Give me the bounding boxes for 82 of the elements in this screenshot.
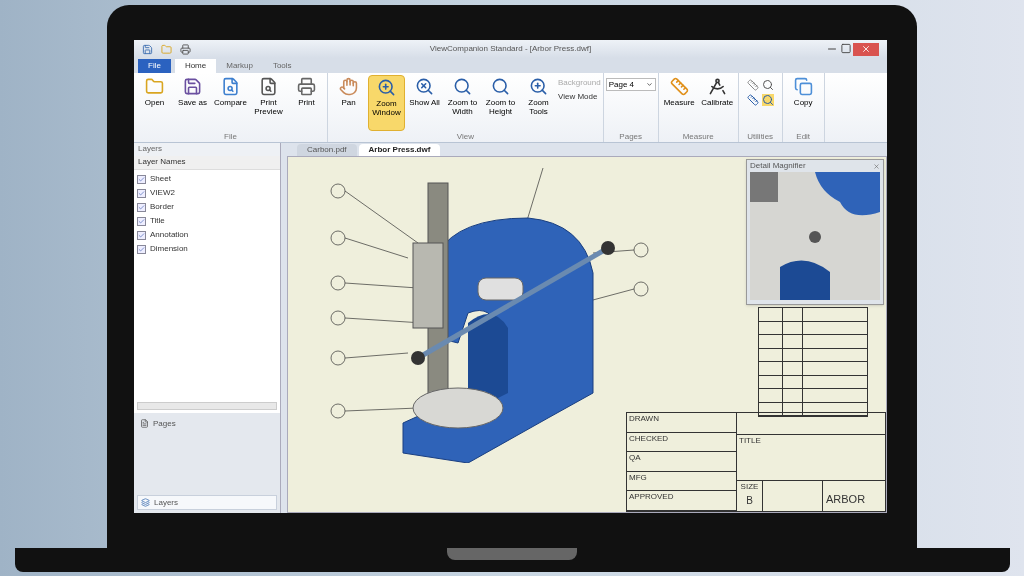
ribbon-button[interactable]: Zoom to Width: [444, 75, 481, 131]
magnifier-icon: [491, 77, 510, 96]
ruler-icon[interactable]: [746, 94, 759, 106]
layers-icon: [141, 498, 150, 507]
ribbon-button[interactable]: Print: [288, 75, 325, 131]
panel-nav-button[interactable]: Pages: [137, 416, 277, 431]
ribbon-button[interactable]: Open: [136, 75, 173, 131]
horizontal-scrollbar[interactable]: [137, 402, 277, 410]
ruler-icon[interactable]: [746, 79, 759, 91]
title-block-label: DRAWN: [629, 414, 659, 423]
magnifier-icon: [529, 77, 548, 96]
save-icon[interactable]: [142, 43, 153, 55]
ribbon-group-label: Pages: [618, 132, 644, 142]
ribbon-button[interactable]: Calibrate: [698, 75, 736, 131]
ruler-icon: [669, 77, 689, 96]
ribbon-button[interactable]: Compare: [212, 75, 249, 131]
close-button[interactable]: [853, 42, 879, 56]
layer-checkbox[interactable]: [137, 216, 146, 226]
hand-icon: [339, 77, 358, 96]
ribbon-small-button[interactable]: View Mode: [558, 91, 601, 102]
magnifier-icon: [377, 78, 396, 97]
layer-name: Annotation: [150, 229, 189, 241]
document-magnifier-icon: [259, 77, 278, 96]
title-block-label: QA: [629, 453, 641, 463]
layer-name: Dimension: [150, 243, 188, 255]
page-dropdown[interactable]: Page 4: [605, 78, 656, 91]
layer-checkbox[interactable]: [137, 230, 146, 240]
title-block-label: TITLE: [739, 436, 761, 445]
window-title: ViewCompanion Standard - [Arbor Press.dwf]: [428, 43, 593, 55]
ribbon-button[interactable]: Print Preview: [250, 75, 287, 131]
close-icon: [861, 44, 871, 54]
title-block-label: SIZE: [740, 481, 759, 493]
layer-name: Sheet: [150, 173, 171, 185]
document-magnifier-icon: [221, 77, 240, 96]
ribbon-button[interactable]: Zoom Window: [368, 75, 405, 131]
magnifier-icon: [415, 77, 434, 96]
ribbon-tab[interactable]: File: [138, 59, 171, 73]
caret-icon: [645, 81, 653, 88]
title-block-label: MFG: [629, 472, 647, 482]
ribbon-button[interactable]: Save as: [174, 75, 211, 131]
ribbon-button[interactable]: Show All: [406, 75, 443, 131]
ribbon-group-label: File: [223, 132, 238, 142]
layer-checkbox[interactable]: [137, 188, 146, 198]
ribbon-button[interactable]: Zoom to Height: [482, 75, 519, 131]
ribbon-tab[interactable]: Markup: [216, 59, 263, 73]
layer-checkbox[interactable]: [137, 244, 146, 254]
panel-title: Layers: [134, 143, 280, 156]
search-icon[interactable]: [761, 79, 774, 91]
layer-name: Border: [150, 201, 174, 213]
panel-nav-button[interactable]: Layers: [137, 495, 277, 510]
document-tab[interactable]: Arbor Press.dwf: [358, 144, 441, 156]
ribbon-button[interactable]: Copy: [784, 75, 822, 131]
search-icon[interactable]: [761, 94, 774, 106]
ribbon-group-label: Edit: [795, 132, 812, 142]
sheet-size: B: [746, 494, 753, 508]
ribbon-tab[interactable]: Tools: [262, 59, 302, 73]
ribbon-group-label: Measure: [681, 132, 715, 142]
close-icon[interactable]: [873, 162, 880, 170]
title-block-label: CHECKED: [629, 433, 669, 443]
ribbon-tab[interactable]: Home: [174, 59, 217, 73]
document-tab[interactable]: Carbon.pdf: [297, 144, 357, 156]
printer-icon: [297, 77, 316, 96]
ribbon-button[interactable]: Zoom Tools: [520, 75, 557, 131]
compass-icon: [707, 77, 727, 96]
title-block-label: APPROVED: [629, 492, 674, 502]
magnifier-icon: [453, 77, 472, 96]
layer-name: VIEW2: [150, 187, 175, 199]
ribbon-group-label: View: [455, 132, 475, 142]
maximize-icon[interactable]: [839, 42, 853, 54]
printer-icon[interactable]: [180, 43, 191, 55]
window-title: Detail Magnifier: [750, 160, 806, 172]
page-icon: [140, 419, 149, 428]
ribbon-button[interactable]: Pan: [330, 75, 367, 131]
layer-checkbox[interactable]: [137, 174, 146, 184]
folder-icon: [145, 77, 164, 96]
column-header: Layer Names: [134, 156, 280, 170]
copy-icon: [793, 77, 813, 96]
ribbon-group-label: Utilities: [746, 132, 775, 142]
drawing-title: ARBOR: [826, 493, 866, 505]
layer-checkbox[interactable]: [137, 202, 146, 212]
layer-name: Title: [150, 215, 165, 227]
ribbon-button[interactable]: Measure: [660, 75, 698, 131]
